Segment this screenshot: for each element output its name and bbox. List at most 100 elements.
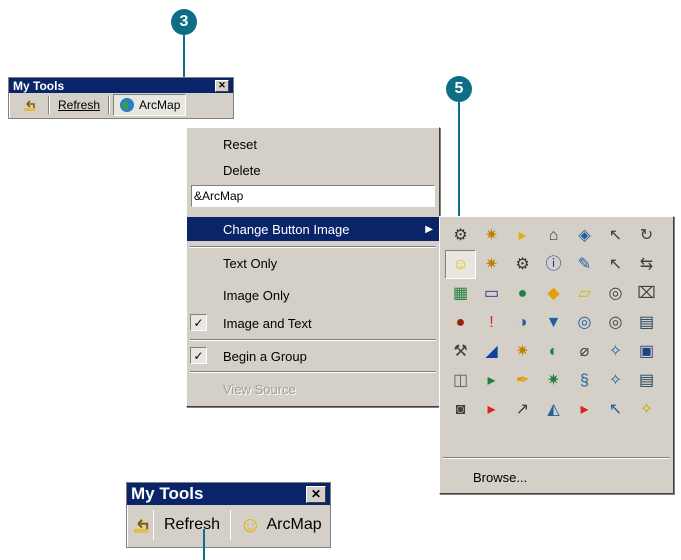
palette-image-icon[interactable]: ✷	[476, 250, 507, 279]
palette-image-icon[interactable]: ◢	[476, 337, 507, 366]
arcmap-label: ArcMap	[266, 516, 322, 533]
palette-image-icon[interactable]: ✎	[569, 250, 600, 279]
refresh-label: Refresh	[58, 98, 101, 112]
close-button[interactable]: ✕	[306, 485, 326, 503]
menu-item-image-only[interactable]: Image Only	[187, 283, 439, 307]
toolbar-separator	[108, 96, 111, 114]
palette-image-icon[interactable]: ▸	[507, 221, 538, 250]
palette-image-icon[interactable]: ◎	[600, 279, 631, 308]
callout-line-bottom	[203, 529, 205, 560]
arcmap-button[interactable]: ☺ ArcMap	[231, 505, 330, 545]
palette-image-icon[interactable]: ▤	[631, 308, 662, 337]
refresh-button[interactable]: Refresh	[50, 93, 108, 117]
palette-image-icon[interactable]: §	[569, 366, 600, 395]
toolbar-title-bar[interactable]: My Tools ✕	[127, 483, 330, 505]
menu-item-text-only[interactable]: Text Only	[187, 251, 439, 275]
button-name-input[interactable]: &ArcMap	[191, 185, 435, 207]
palette-image-icon[interactable]: ✷	[538, 366, 569, 395]
up-button[interactable]	[131, 505, 153, 545]
toolbar-my-tools-bottom: My Tools ✕ Refresh ☺ ArcMap	[126, 482, 331, 548]
arcmap-label: ArcMap	[139, 98, 181, 112]
submenu-arrow-icon: ▶	[425, 223, 433, 235]
palette-image-icon[interactable]: ☺	[445, 250, 476, 279]
palette-image-icon[interactable]: ◐	[538, 337, 569, 366]
palette-image-icon[interactable]: ▤	[631, 366, 662, 395]
up-button[interactable]	[12, 93, 48, 117]
palette-image-icon[interactable]: !	[476, 308, 507, 337]
palette-image-icon[interactable]: ✷	[507, 337, 538, 366]
menu-item-label: Reset	[223, 136, 257, 152]
palette-image-icon[interactable]: ▱	[569, 279, 600, 308]
menu-item-delete[interactable]: Delete	[187, 158, 439, 182]
menu-item-image-and-text[interactable]: ✓ Image and Text	[187, 311, 439, 335]
palette-image-icon[interactable]: ↖	[600, 250, 631, 279]
palette-image-icon[interactable]: ◎	[569, 308, 600, 337]
globe-icon	[120, 98, 135, 112]
menu-separator	[190, 246, 436, 248]
palette-image-icon[interactable]: ◑	[507, 308, 538, 337]
palette-image-icon[interactable]: ⓘ	[538, 250, 569, 279]
palette-image-icon[interactable]: ◎	[600, 308, 631, 337]
button-context-menu: Reset Delete &ArcMap Change Button Image…	[186, 127, 440, 407]
menu-item-label: View Source	[223, 381, 296, 397]
palette-image-icon[interactable]: ▭	[476, 279, 507, 308]
palette-image-icon[interactable]: ⚙	[507, 250, 538, 279]
checkmark-icon: ✓	[190, 314, 207, 331]
palette-image-icon[interactable]: ◙	[445, 395, 476, 424]
toolbar-title-bar[interactable]: My Tools ✕	[9, 78, 233, 93]
palette-image-icon[interactable]: ▦	[445, 279, 476, 308]
refresh-label: Refresh	[164, 516, 221, 533]
toolbar-my-tools-top: My Tools ✕ Refresh ArcMap	[8, 77, 234, 119]
refresh-button[interactable]: Refresh	[154, 505, 230, 545]
menu-item-change-button-image[interactable]: Change Button Image ▶	[187, 217, 439, 241]
palette-image-icon[interactable]: ▣	[631, 337, 662, 366]
palette-image-icon[interactable]: ◆	[538, 279, 569, 308]
palette-image-icon[interactable]: ⇆	[631, 250, 662, 279]
palette-image-icon[interactable]: ⌀	[569, 337, 600, 366]
menu-item-begin-group[interactable]: ✓ Begin a Group	[187, 344, 439, 368]
menu-item-label: Delete	[223, 162, 261, 178]
palette-image-icon[interactable]: ●	[507, 279, 538, 308]
menu-separator	[190, 339, 436, 341]
browse-button[interactable]: Browse...	[440, 465, 673, 489]
arcmap-button[interactable]: ArcMap	[113, 94, 187, 116]
palette-image-icon[interactable]: ↗	[507, 395, 538, 424]
image-palette-grid: ⚙ ✷ ▸ ⌂ ◈ ↖ ↻ ☺ ✷ ⚙ ⓘ ✎ ↖ ⇆ ▦ ▭ ● ◆ ▱ ◎ ⌧ ●! ◑ ▼ ◎ ◎ ▤ ⚒ ◢ ✷ ◐ ⌀ ✧ ▣ ◫ ▸ ✒ ✷ §…	[445, 221, 662, 424]
menu-item-label: Browse...	[473, 469, 528, 485]
palette-image-icon[interactable]: ◫	[445, 366, 476, 395]
palette-image-icon[interactable]: ✧	[600, 366, 631, 395]
palette-image-icon[interactable]: ▸	[569, 395, 600, 424]
palette-image-icon[interactable]: ▸	[476, 395, 507, 424]
palette-image-icon[interactable]: ↻	[631, 221, 662, 250]
toolbar-buttons: Refresh ☺ ArcMap	[127, 505, 330, 545]
menu-item-reset[interactable]: Reset	[187, 132, 439, 156]
palette-image-icon[interactable]: ⚒	[445, 337, 476, 366]
menu-item-view-source: View Source	[187, 377, 439, 401]
palette-image-icon[interactable]: ↖	[600, 395, 631, 424]
toolbar-title: My Tools	[13, 78, 65, 93]
palette-image-icon[interactable]: ●	[445, 308, 476, 337]
folder-up-icon	[134, 519, 149, 533]
palette-image-icon[interactable]: ↖	[600, 221, 631, 250]
palette-image-icon[interactable]: ✷	[476, 221, 507, 250]
palette-image-icon[interactable]: ▼	[538, 308, 569, 337]
callout-step-5: 5	[446, 76, 472, 102]
menu-separator	[443, 457, 670, 459]
palette-image-icon[interactable]: ▸	[476, 366, 507, 395]
palette-image-icon[interactable]: ✒	[507, 366, 538, 395]
palette-image-icon[interactable]: ◈	[569, 221, 600, 250]
menu-item-label: Text Only	[223, 255, 278, 271]
toolbar-buttons: Refresh ArcMap	[9, 93, 233, 117]
close-button[interactable]: ✕	[215, 79, 229, 92]
menu-item-label: Image and Text	[223, 315, 312, 331]
palette-image-icon[interactable]: ✧	[631, 395, 662, 424]
folder-up-icon	[24, 100, 35, 111]
palette-image-icon[interactable]: ⌧	[631, 279, 662, 308]
palette-image-icon[interactable]: ⚙	[445, 221, 476, 250]
smiley-icon: ☺	[239, 512, 262, 537]
menu-item-label: Image Only	[223, 287, 290, 303]
menu-item-label: Change Button Image	[223, 221, 350, 237]
palette-image-icon[interactable]: ⌂	[538, 221, 569, 250]
palette-image-icon[interactable]: ✧	[600, 337, 631, 366]
palette-image-icon[interactable]: ◭	[538, 395, 569, 424]
